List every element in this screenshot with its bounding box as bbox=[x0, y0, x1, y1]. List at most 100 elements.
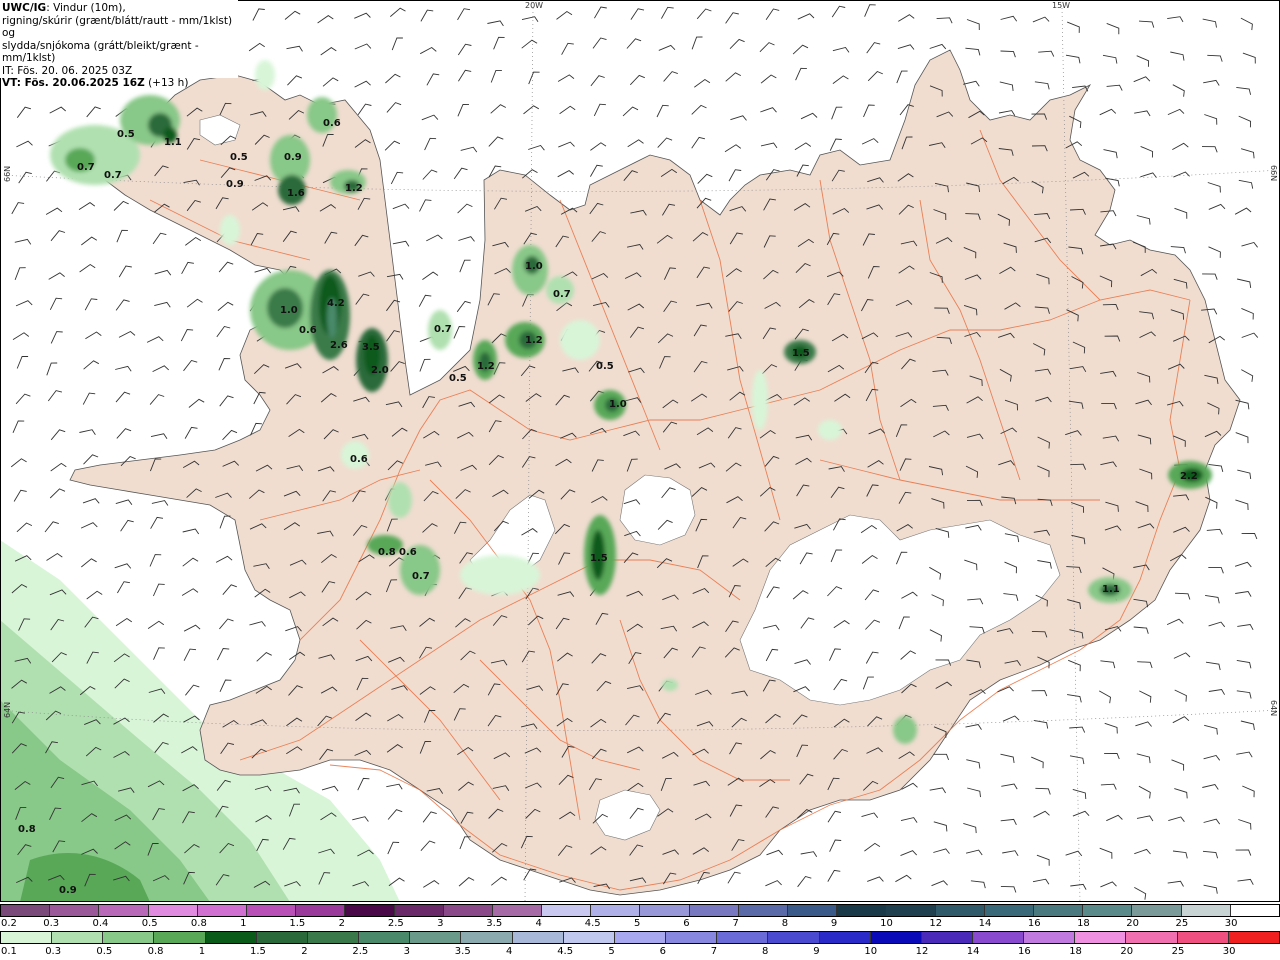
precip-label: 0.6 bbox=[299, 325, 317, 336]
precip-label: 0.6 bbox=[399, 547, 417, 558]
scale-tick-label: 2 bbox=[301, 946, 308, 957]
scale-swatch bbox=[614, 932, 667, 943]
scale-tick-label: 0.1 bbox=[1, 946, 17, 957]
precip-label: 0.6 bbox=[350, 454, 368, 465]
precip-label: 0.9 bbox=[284, 152, 302, 163]
scale-swatch bbox=[246, 905, 297, 916]
scale-swatch bbox=[197, 905, 247, 916]
scale-tick-label: 5 bbox=[608, 946, 615, 957]
precip-label: 0.5 bbox=[449, 373, 467, 384]
scale-tick-label: 25 bbox=[1175, 918, 1189, 929]
scale-swatch bbox=[1, 932, 53, 943]
product-subtitle: : Vindur (10m), bbox=[46, 2, 126, 14]
scale-tick-label: 16 bbox=[1018, 946, 1031, 957]
precip-label: 0.7 bbox=[104, 170, 122, 181]
scale-swatch bbox=[870, 932, 922, 943]
scale-swatch bbox=[1, 905, 51, 916]
scale-swatch bbox=[1228, 932, 1279, 943]
rain-description: rigning/skúrir (grænt/blátt/rautt - mm/1… bbox=[2, 14, 233, 40]
precip-label: 1.0 bbox=[525, 261, 543, 272]
precip-label: 1.6 bbox=[287, 188, 305, 199]
precip-label: 2.0 bbox=[371, 365, 389, 376]
scale-tick-label: 10 bbox=[864, 946, 878, 957]
scale-swatch bbox=[50, 905, 100, 916]
map-header: UWC/IG: Vindur (10m), rigning/skúrir (gr… bbox=[0, 0, 238, 89]
scale-tick-label: 3.5 bbox=[486, 918, 503, 929]
scale-tick-label: 1 bbox=[198, 946, 206, 957]
scale-swatch bbox=[461, 932, 513, 943]
scale-swatch bbox=[738, 905, 788, 916]
scale-swatch bbox=[103, 932, 155, 943]
scale-swatch bbox=[886, 905, 936, 916]
scale-tick-label: 1.5 bbox=[250, 946, 266, 957]
lat-label-64n-left: 64N bbox=[3, 701, 12, 718]
scale-swatch bbox=[394, 905, 444, 916]
scale-tick-label: 0.3 bbox=[45, 946, 62, 957]
precip-label: 1.2 bbox=[345, 183, 363, 194]
precip-label: 0.8 bbox=[378, 547, 396, 558]
lon-label-20w: 20W bbox=[525, 1, 544, 10]
scale-tick-label: 4 bbox=[535, 918, 542, 929]
precip-label: 3.5 bbox=[362, 342, 380, 353]
lat-label-64n-right: 64N bbox=[1269, 700, 1278, 717]
scale-tick-label: 0.3 bbox=[43, 918, 60, 929]
precip-label: 1.5 bbox=[590, 553, 608, 564]
scale-tick-label: 12 bbox=[929, 918, 943, 929]
scale-swatch bbox=[1132, 905, 1182, 916]
scale-tick-label: 2.5 bbox=[352, 946, 369, 957]
scale-swatch bbox=[1230, 905, 1279, 916]
scale-tick-label: 0.8 bbox=[147, 946, 164, 957]
precip-label: 0.9 bbox=[226, 179, 244, 190]
scale-tick-label: 2 bbox=[338, 918, 345, 929]
scale-tick-label: 0.2 bbox=[1, 918, 17, 929]
scale-tick-label: 1.5 bbox=[289, 918, 306, 929]
scale-tick-label: 18 bbox=[1069, 946, 1082, 957]
scale-tick-label: 1 bbox=[240, 918, 247, 929]
scale-swatch bbox=[666, 932, 718, 943]
scale-tick-label: 8 bbox=[762, 946, 769, 957]
scale-tick-label: 6 bbox=[659, 946, 666, 957]
valid-time: VT: Fös. 20.06.2025 16Z bbox=[2, 77, 145, 89]
weather-map: 0.5 1.1 0.7 0.7 0.5 0.9 0.6 0.9 1.6 1.2 … bbox=[0, 0, 1280, 902]
scale-tick-label: 3.5 bbox=[454, 946, 471, 957]
scale-swatch bbox=[1181, 905, 1231, 916]
scale-swatch bbox=[443, 905, 493, 916]
snow-scale-labels: 0.2 0.3 0.4 0.5 0.8 1 1.5 2 2.5 3 3.5 4 4.5 5 6 7 8 9 10 12… bbox=[0, 918, 1280, 930]
precip-label: 1.2 bbox=[477, 361, 495, 372]
scale-swatch bbox=[1177, 932, 1229, 943]
scale-swatch bbox=[359, 932, 411, 943]
scale-swatch bbox=[935, 905, 985, 916]
scale-swatch bbox=[837, 905, 887, 916]
scale-tick-label: 3 bbox=[403, 946, 410, 957]
scale-tick-label: 4.5 bbox=[584, 918, 601, 929]
precip-label: 1.2 bbox=[525, 335, 543, 346]
precip-label: 1.0 bbox=[609, 399, 627, 410]
scale-tick-label: 7 bbox=[732, 918, 739, 929]
scale-tick-label: 2.5 bbox=[387, 918, 404, 929]
scale-swatch bbox=[591, 905, 641, 916]
scale-swatch bbox=[1075, 932, 1127, 943]
scale-swatch bbox=[148, 905, 198, 916]
precip-label: 1.0 bbox=[280, 305, 298, 316]
precip-label: 0.5 bbox=[117, 129, 135, 140]
scale-tick-label: 16 bbox=[1027, 918, 1041, 929]
scale-swatch bbox=[640, 905, 690, 916]
scale-tick-label: 4.5 bbox=[557, 946, 574, 957]
scale-swatch bbox=[345, 905, 395, 916]
precip-label: 0.7 bbox=[412, 571, 430, 582]
lead-time: (+13 h) bbox=[144, 77, 189, 89]
scale-swatch bbox=[717, 932, 769, 943]
scale-tick-label: 9 bbox=[813, 946, 820, 957]
scale-tick-label: 3 bbox=[437, 918, 444, 929]
scale-swatch bbox=[1126, 932, 1178, 943]
scale-swatch bbox=[512, 932, 564, 943]
scale-tick-label: 18 bbox=[1077, 918, 1090, 929]
scale-swatch bbox=[154, 932, 206, 943]
scale-swatch bbox=[921, 932, 973, 943]
scale-tick-label: 12 bbox=[915, 946, 929, 957]
precip-label: 0.5 bbox=[230, 152, 248, 163]
scale-tick-label: 30 bbox=[1222, 946, 1236, 957]
precip-label: 2.2 bbox=[1180, 471, 1198, 482]
precip-label: 0.7 bbox=[77, 162, 95, 173]
scale-swatch bbox=[819, 932, 871, 943]
